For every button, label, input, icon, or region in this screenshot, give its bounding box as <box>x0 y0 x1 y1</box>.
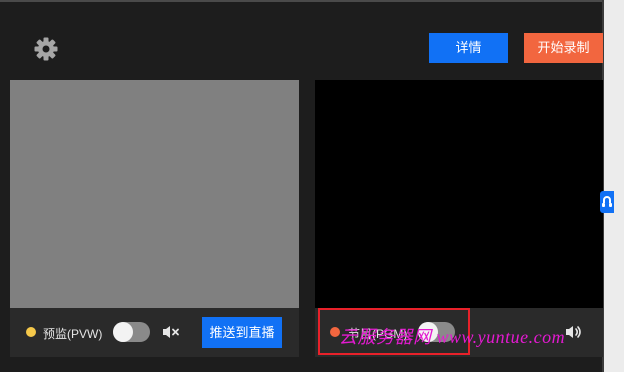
speaker-muted-icon[interactable] <box>162 324 180 340</box>
preview-label: 预监(PVW) <box>43 327 103 341</box>
speaker-on-icon[interactable] <box>565 324 583 340</box>
right-scroll-gutter <box>602 0 624 372</box>
preview-status-dot <box>26 327 36 337</box>
start-record-button[interactable]: 开始录制 <box>524 33 603 63</box>
push-to-live-button[interactable]: 推送到直播 <box>202 317 282 348</box>
watermark-text: 云服务器网 www.yuntue.com <box>339 327 566 347</box>
gear-icon[interactable] <box>32 35 60 63</box>
top-border <box>0 0 624 2</box>
toggle-knob <box>113 322 133 342</box>
side-help-tab[interactable] <box>600 191 614 213</box>
preview-toggle[interactable] <box>113 322 150 342</box>
detail-button[interactable]: 详情 <box>429 33 508 63</box>
preview-video-pane <box>10 80 299 308</box>
program-video-pane <box>315 80 603 308</box>
help-icon <box>602 196 612 207</box>
preview-control-bar: 预监(PVW) 推送到直播 <box>10 308 299 357</box>
